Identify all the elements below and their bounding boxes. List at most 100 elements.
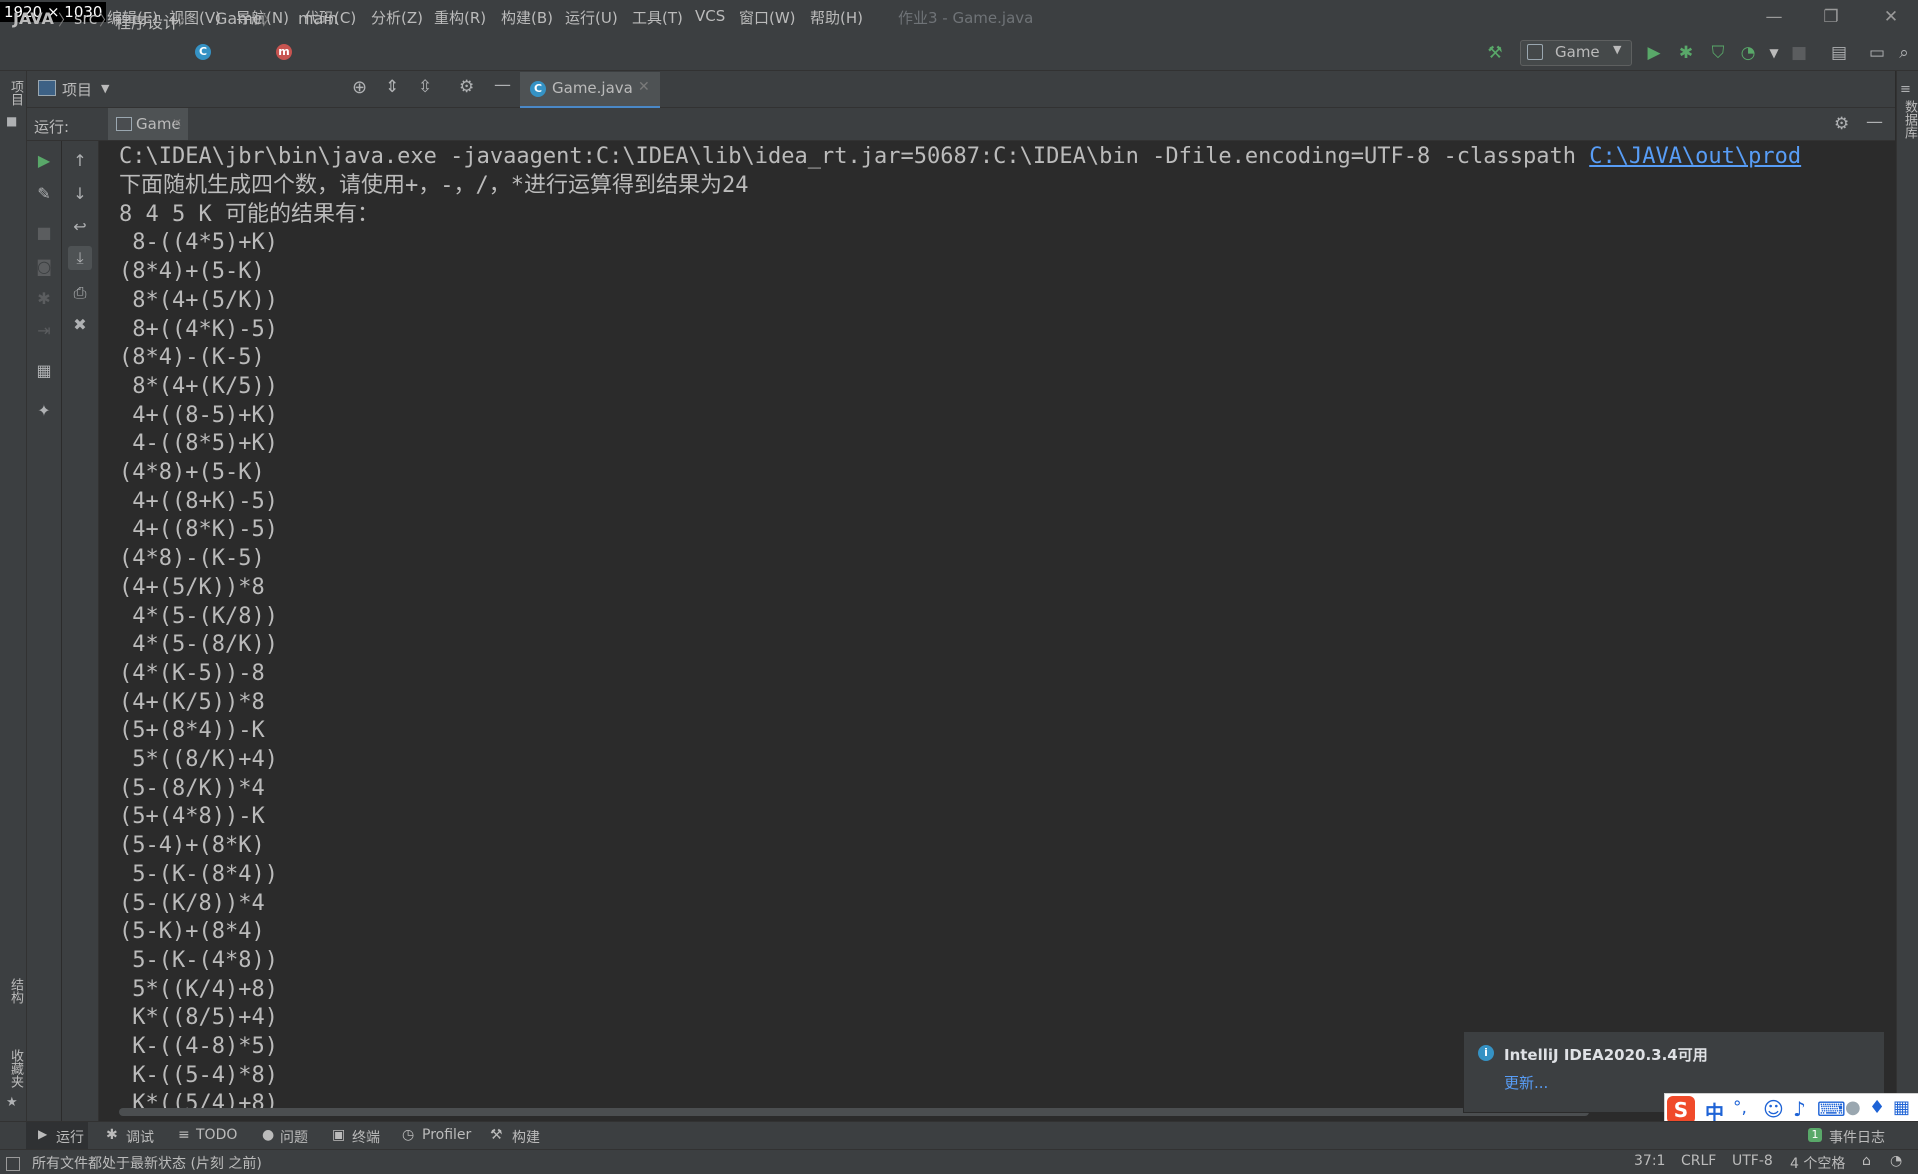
exit-icon[interactable]: ⇥	[32, 319, 56, 343]
breadcrumb-class[interactable]: Game	[215, 9, 263, 28]
coverage-icon[interactable]: ⛉	[1707, 42, 1729, 64]
bottom-tool-terminal[interactable]: 终端	[352, 1127, 380, 1147]
search-icon[interactable]: ⌕	[1893, 42, 1915, 64]
file-encoding[interactable]: UTF-8	[1732, 1153, 1773, 1169]
console-result-line: (4*8)+(5-K)	[119, 460, 265, 485]
method-icon: m	[276, 44, 292, 60]
profile-icon[interactable]: ◔	[1737, 42, 1759, 64]
console-vertical-scrollbar[interactable]	[1884, 141, 1894, 1031]
rerun-icon[interactable]: ▶	[32, 149, 56, 173]
console-result-line: (4+(5/K))*8	[119, 574, 265, 600]
bottom-tool-run[interactable]: 运行	[56, 1127, 84, 1147]
event-log-button[interactable]: 事件日志	[1829, 1127, 1885, 1147]
status-toggle-icon[interactable]	[6, 1157, 20, 1171]
database-icon: ≡	[1900, 82, 1911, 97]
run-toolbar-primary: ▶ ✎ ■ ◙ ✱ ⇥ ▦ ✦	[27, 141, 61, 1121]
menu-tools[interactable]: 工具(T)	[632, 7, 683, 28]
keyboard-icon[interactable]: ⌨	[1817, 1097, 1846, 1121]
breadcrumb-project[interactable]: JAVA	[13, 9, 54, 28]
bottom-tool-build[interactable]: 构建	[512, 1127, 540, 1147]
layout-icon[interactable]: ▦	[32, 359, 56, 383]
bottom-tool-problems[interactable]: 问题	[280, 1127, 308, 1147]
project-panel-label[interactable]: 项目	[62, 79, 92, 100]
stop-icon[interactable]: ■	[32, 221, 56, 245]
event-log-count: 1	[1808, 1128, 1822, 1142]
console-result-line: (5-4)+(8*K)	[119, 833, 265, 859]
update-link[interactable]: 更新...	[1504, 1072, 1548, 1093]
skin-icon[interactable]: ♦	[1869, 1097, 1885, 1118]
chevron-down-icon[interactable]: ▼	[101, 82, 109, 95]
menu-window[interactable]: 窗口(W)	[739, 7, 796, 28]
project-tool-button[interactable]: 项目	[6, 80, 25, 106]
console-result-line: (4+(K/5))*8	[119, 689, 265, 715]
bottom-tool-profiler[interactable]: Profiler	[422, 1127, 471, 1143]
editor-tab-game-java[interactable]: C Game.java ✕	[520, 72, 660, 109]
user-icon[interactable]: ●	[1845, 1097, 1861, 1118]
minimize-icon[interactable]: —	[1762, 5, 1786, 29]
camera-icon[interactable]: ◙	[32, 255, 56, 279]
line-ending[interactable]: CRLF	[1681, 1153, 1716, 1169]
run-configuration-select[interactable]: Game ▼	[1520, 40, 1632, 66]
application-icon	[116, 117, 132, 131]
emoji-icon[interactable]: ☺	[1763, 1097, 1784, 1121]
ime-punctuation[interactable]: °,	[1733, 1098, 1747, 1118]
scroll-to-end-icon[interactable]: ⤓	[68, 246, 92, 270]
run-configuration-label: Game	[1555, 43, 1600, 61]
breadcrumb-src[interactable]: src	[74, 9, 97, 28]
print-icon[interactable]: ⎙	[68, 281, 92, 305]
run-tab-game[interactable]: Game ✕	[108, 108, 188, 140]
gear-icon[interactable]: ⚙	[459, 77, 474, 97]
database-tool-button[interactable]: 数据库	[1900, 100, 1918, 139]
structure-tool-button[interactable]: 结构	[6, 978, 25, 1004]
lock-icon[interactable]: ⌂	[1862, 1153, 1871, 1169]
collapse-all-icon[interactable]: ⇳	[418, 77, 432, 97]
expand-all-icon[interactable]: ⇕	[385, 77, 399, 97]
terminal-tool-icon: ▣	[332, 1127, 346, 1143]
bottom-tool-todo[interactable]: TODO	[196, 1127, 237, 1143]
pin-icon[interactable]: ✦	[32, 399, 56, 423]
run-panel-prefix: 运行:	[34, 118, 70, 136]
breadcrumb-package[interactable]: 程序设计	[115, 9, 179, 33]
menu-vcs[interactable]: VCS	[695, 7, 725, 25]
hide-icon[interactable]: —	[1866, 112, 1883, 132]
indent-setting[interactable]: 4 个空格	[1790, 1153, 1845, 1173]
console-result-line: (5-K)+(8*4)	[119, 919, 265, 945]
menu-run[interactable]: 运行(U)	[565, 7, 618, 28]
bottom-tool-debug[interactable]: 调试	[126, 1127, 154, 1147]
breadcrumb-method[interactable]: main	[298, 9, 338, 28]
classpath-link[interactable]: C:\JAVA\out\prod	[1589, 144, 1801, 169]
more-run-options-icon[interactable]: ▼	[1763, 42, 1785, 64]
menu-analyze[interactable]: 分析(Z)	[371, 7, 423, 28]
stop-icon[interactable]: ■	[1788, 42, 1810, 64]
run-tool-icon: ▶	[38, 1127, 48, 1141]
settings-icon[interactable]: ✱	[32, 287, 56, 311]
run-anything-icon[interactable]: ▭	[1866, 42, 1888, 64]
menu-build[interactable]: 构建(B)	[501, 7, 553, 28]
wrench-icon[interactable]: ✎	[32, 182, 56, 206]
microphone-icon[interactable]: ♪	[1793, 1097, 1806, 1121]
console-output[interactable]: C:\IDEA\jbr\bin\java.exe -javaagent:C:\I…	[99, 141, 1883, 1116]
toolbox-grid-icon[interactable]: ▦	[1893, 1097, 1910, 1118]
trash-icon[interactable]: ✖	[68, 313, 92, 337]
arrow-up-icon[interactable]: ↑	[68, 149, 92, 173]
menu-help[interactable]: 帮助(H)	[810, 7, 863, 28]
console-result-line: 5-(K-(4*8))	[119, 947, 278, 973]
caret-position[interactable]: 37:1	[1634, 1153, 1665, 1169]
soft-wrap-icon[interactable]: ↩	[68, 215, 92, 239]
restore-icon[interactable]: ❐	[1819, 5, 1843, 29]
console-horizontal-scrollbar[interactable]	[119, 1108, 1589, 1116]
project-structure-icon[interactable]: ▤	[1828, 42, 1850, 64]
debug-bug-icon[interactable]: ✱	[1675, 42, 1697, 64]
close-tab-icon[interactable]: ✕	[172, 116, 182, 130]
close-tab-icon[interactable]: ✕	[638, 79, 650, 95]
locate-crosshair-icon[interactable]: ⊕	[352, 77, 367, 98]
menu-refactor[interactable]: 重构(R)	[434, 7, 486, 28]
arrow-down-icon[interactable]: ↓	[68, 182, 92, 206]
hide-icon[interactable]: —	[494, 75, 511, 95]
run-icon[interactable]: ▶	[1643, 42, 1665, 64]
close-icon[interactable]: ✕	[1879, 5, 1903, 29]
favorites-tool-button[interactable]: 收藏夹	[6, 1049, 25, 1088]
gear-icon[interactable]: ⚙	[1834, 114, 1849, 134]
build-hammer-icon[interactable]: ⚒	[1484, 42, 1506, 64]
memory-indicator-icon[interactable]: ◔	[1890, 1153, 1902, 1169]
